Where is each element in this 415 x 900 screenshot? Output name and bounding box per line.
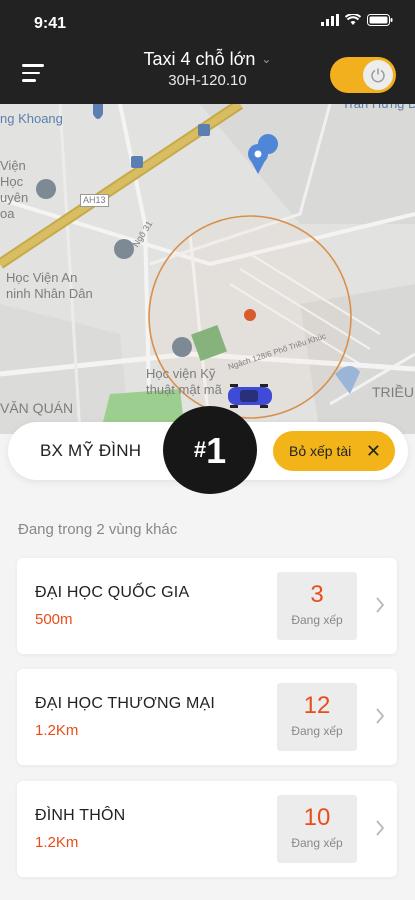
zone-name: ĐÌNH THÔN [35, 807, 126, 824]
map-label-oa: oa [0, 206, 15, 221]
car-icon [228, 384, 272, 408]
queue-rank-badge: #1 [163, 406, 257, 494]
zone-card[interactable]: ĐẠI HỌC QUỐC GIA 500m 3 Đang xếp [17, 558, 397, 654]
map-label-vien: Viện [0, 158, 26, 173]
queue-position: 12 [303, 692, 331, 719]
map-label-uyen: uyên [0, 190, 29, 205]
close-icon: ✕ [365, 441, 381, 461]
status-icons [321, 14, 393, 26]
map-label-trieu: TRIỀU [372, 384, 414, 400]
wifi-icon [345, 14, 361, 25]
map-label-van-quan: VĂN QUÁN [0, 400, 74, 416]
map-label-hv-an-ninh-1: Học Viện An [6, 270, 78, 285]
zone-distance: 1.2Km [35, 722, 79, 739]
zone-card[interactable]: ĐẠI HỌC THƯƠNG MẠI 1.2Km 12 Đang xếp [17, 669, 397, 765]
chevron-right-icon [376, 820, 385, 836]
queue-label: Đang xếp [291, 613, 343, 627]
queue-label: Đang xếp [291, 724, 343, 738]
zone-card[interactable]: ĐÌNH THÔN 1.2Km 10 Đang xếp [17, 781, 397, 877]
map-label-hv-an-ninh-2: ninh Nhân Dân [6, 286, 93, 301]
status-time: 9:41 [34, 15, 67, 32]
other-zones-title: Đang trong 2 vùng khác [18, 521, 178, 538]
zone-name: ĐẠI HỌC QUỐC GIA [35, 584, 190, 601]
current-zone-name: BX MỸ ĐÌNH [40, 441, 142, 460]
map-label-hv-ky-thuat-2: thuật mật mã [146, 382, 222, 397]
signal-icon [321, 14, 339, 26]
battery-icon [367, 14, 393, 26]
zone-distance: 500m [35, 611, 73, 628]
map-label-hv-ky-thuat-1: Học viện Kỹ [146, 366, 216, 381]
app-header: 9:41 Taxi 4 chỗ lớn ⌄ 30H-120.10 [0, 0, 415, 104]
rank-number: 1 [206, 430, 227, 471]
queue-position: 10 [303, 804, 331, 831]
zone-distance: 1.2Km [35, 834, 79, 851]
map-label-ng-khoang: ng Khoang [0, 111, 63, 126]
chevron-right-icon [376, 708, 385, 724]
queue-position-box: 10 Đang xếp [277, 795, 357, 863]
quit-queue-label: Bỏ xếp tài [289, 443, 352, 459]
chevron-right-icon [376, 597, 385, 613]
chevron-down-icon: ⌄ [261, 52, 272, 66]
rank-hash: # [193, 437, 207, 462]
queue-position-box: 3 Đang xếp [277, 572, 357, 640]
queue-position: 3 [310, 581, 324, 608]
power-icon [371, 68, 385, 83]
vehicle-type: Taxi 4 chỗ lớn [143, 49, 256, 69]
online-toggle[interactable] [330, 57, 396, 93]
map-label-ah13: AH13 [80, 194, 109, 207]
zone-name: ĐẠI HỌC THƯƠNG MẠI [35, 695, 216, 712]
map-view[interactable]: Trần Hưng Đạo ng Khoang Viện Học uyên oa… [0, 104, 415, 434]
quit-queue-button[interactable]: Bỏ xếp tài ✕ [273, 431, 395, 471]
map-label-hoc: Học [0, 174, 24, 189]
queue-label: Đang xếp [291, 836, 343, 850]
queue-position-box: 12 Đang xếp [277, 683, 357, 751]
map-label-tran-hung-dao: Trần Hưng Đạo [342, 104, 415, 112]
